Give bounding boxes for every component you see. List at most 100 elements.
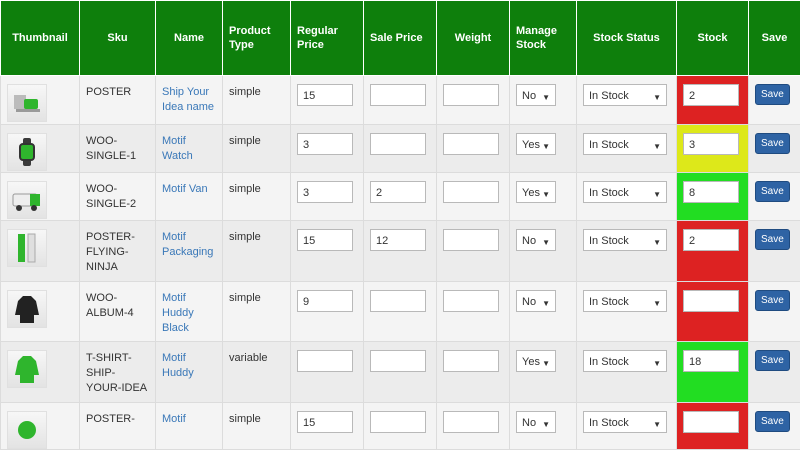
save-button[interactable]: Save [755,350,790,371]
dropdown-arrow-icon: ▼ [542,356,550,371]
stock-status-select[interactable]: In Stock ▼ [583,133,667,155]
sale-price-input[interactable] [370,350,426,372]
regular-price-cell: 15 [291,403,364,450]
regular-price-cell: 3 [291,125,364,173]
weight-cell [437,403,510,450]
manage-stock-select[interactable]: Yes▼ [516,181,556,203]
stock-status-value: In Stock [589,139,629,151]
table-header-row: Thumbnail Sku Name Product Type Regular … [1,1,800,76]
regular-price-input[interactable] [297,350,353,372]
header-save: Save [749,1,800,76]
sale-price-input[interactable]: 2 [370,181,426,203]
regular-price-cell: 15 [291,76,364,125]
stock-input[interactable]: 18 [683,350,739,372]
product-thumbnail[interactable] [7,411,47,449]
manage-stock-select[interactable]: Yes▼ [516,350,556,372]
sale-price-input[interactable] [370,84,426,106]
header-manage-stock: Manage Stock [510,1,577,76]
stock-cell: 2 [677,221,749,282]
product-name-link[interactable]: Motif Van [162,183,208,195]
weight-cell [437,342,510,403]
weight-input[interactable] [443,133,499,155]
sale-price-cell [364,403,437,450]
product-type-cell: simple [223,403,291,450]
weight-cell [437,76,510,125]
product-name-link[interactable]: Motif Huddy [162,352,194,379]
product-thumbnail[interactable] [7,229,47,267]
table-row: POSTER-Motifsimple15No▼In Stock▼Save [1,403,800,450]
dropdown-arrow-icon: ▼ [542,417,550,432]
sale-price-input[interactable] [370,411,426,433]
regular-price-cell: 9 [291,282,364,342]
weight-input[interactable] [443,229,499,251]
stock-status-select[interactable]: In Stock▼ [583,350,667,372]
manage-stock-value: No [522,417,536,429]
stock-cell: 8 [677,173,749,221]
stock-input[interactable]: 8 [683,181,739,203]
products-table: Thumbnail Sku Name Product Type Regular … [0,0,800,450]
header-sale-price: Sale Price [364,1,437,76]
product-type-cell: simple [223,125,291,173]
sale-price-input[interactable] [370,133,426,155]
dropdown-arrow-icon: ▼ [653,356,661,371]
weight-input[interactable] [443,411,499,433]
product-thumbnail[interactable] [7,350,47,388]
stock-status-select[interactable]: In Stock▼ [583,290,667,312]
manage-stock-select[interactable]: No▼ [516,290,556,312]
save-button[interactable]: Save [755,229,790,250]
product-thumbnail[interactable] [7,290,47,328]
thumbnail-cell [1,282,80,342]
stock-input[interactable] [683,411,739,433]
save-button[interactable]: Save [755,181,790,202]
name-cell: Ship Your Idea name [156,76,223,125]
product-name-link[interactable]: Motif Packaging [162,231,213,258]
sale-price-input[interactable] [370,290,426,312]
stock-status-select[interactable]: In Stock▼ [583,181,667,203]
stock-input[interactable]: 2 [683,229,739,251]
stock-input[interactable] [683,290,739,312]
regular-price-input[interactable]: 15 [297,411,353,433]
save-button[interactable]: Save [755,411,790,432]
stock-status-select[interactable]: In Stock▼ [583,229,667,251]
sale-price-cell: 12 [364,221,437,282]
manage-stock-select[interactable]: No ▼ [516,411,556,433]
weight-input[interactable] [443,181,499,203]
save-button[interactable]: Save [755,133,790,154]
dropdown-arrow-icon: ▼ [653,139,661,154]
save-button[interactable]: Save [755,84,790,105]
name-cell: Motif Packaging [156,221,223,282]
manage-stock-cell: No▼ [510,282,577,342]
product-thumbnail[interactable] [7,133,47,171]
product-name-link[interactable]: Ship Your Idea name [162,86,214,113]
product-thumbnail[interactable] [7,181,47,219]
manage-stock-select[interactable]: No▼ [516,84,556,106]
regular-price-input[interactable]: 3 [297,181,353,203]
thumbnail-cell [1,342,80,403]
regular-price-input[interactable]: 15 [297,84,353,106]
stock-status-select[interactable]: In Stock▼ [583,411,667,433]
weight-input[interactable] [443,290,499,312]
thumbnail-cell [1,76,80,125]
save-cell: Save [749,403,800,450]
product-name-link[interactable]: Motif Huddy Black [162,292,194,334]
sku-cell: WOO-SINGLE-2 [80,173,156,221]
stock-status-value: In Stock [589,296,629,308]
sale-price-input[interactable]: 12 [370,229,426,251]
regular-price-input[interactable]: 15 [297,229,353,251]
product-name-link[interactable]: Motif Watch [162,135,193,162]
stock-status-select[interactable]: In Stock▼ [583,84,667,106]
regular-price-input[interactable]: 3 [297,133,353,155]
product-name-link[interactable]: Motif [162,413,186,425]
stock-input[interactable]: 2 [683,84,739,106]
manage-stock-select[interactable]: No▼ [516,229,556,251]
thumbnail-cell [1,125,80,173]
regular-price-input[interactable]: 9 [297,290,353,312]
stock-status-value: In Stock [589,417,629,429]
manage-stock-select[interactable]: Yes▼ [516,133,556,155]
weight-input[interactable] [443,84,499,106]
header-stock: Stock [677,1,749,76]
save-button[interactable]: Save [755,290,790,311]
stock-input[interactable]: 3 [683,133,739,155]
product-thumbnail[interactable] [7,84,47,122]
weight-input[interactable] [443,350,499,372]
